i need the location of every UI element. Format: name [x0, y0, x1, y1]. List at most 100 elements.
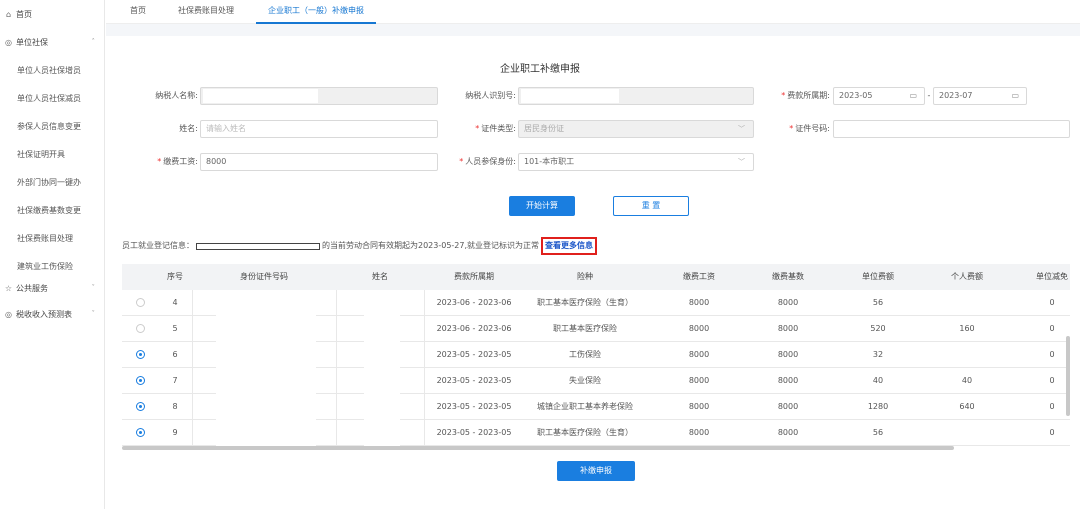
row-radio[interactable]: [136, 324, 145, 333]
content-top-strip: [106, 24, 1080, 36]
sidebar-item-public-service[interactable]: ☆ 公共服务 ˇ: [0, 274, 105, 302]
cell-period: 2023-06 - 2023-06: [436, 298, 512, 307]
required-mark: *: [157, 157, 162, 166]
tab-home[interactable]: 首页: [130, 0, 146, 24]
id-type-value: 居民身份证: [524, 124, 564, 133]
cell-base: 8000: [777, 324, 799, 333]
star-icon: ☆: [4, 283, 13, 293]
sidebar-item-unit-social-security[interactable]: ◎ 单位社保 ˆ: [0, 28, 105, 56]
redacted-value: [203, 89, 318, 103]
chevron-up-icon: ˆ: [91, 38, 96, 46]
horizontal-scrollbar[interactable]: [122, 446, 954, 450]
column-header-base: 缴费基数: [772, 272, 804, 281]
name-input[interactable]: 请输入姓名: [200, 120, 438, 138]
required-mark: *: [475, 124, 480, 133]
wage-label: * 缴费工资:: [130, 153, 198, 171]
taxpayer-name-label: 纳税人名称:: [155, 91, 198, 100]
identity-select[interactable]: 101-本市职工 ﹀: [518, 153, 754, 171]
cell-unit-reduction: 0: [1049, 350, 1055, 359]
reset-button[interactable]: 重 置: [613, 196, 689, 216]
submit-declaration-button[interactable]: 补缴申报: [557, 461, 635, 481]
taxpayer-name-field[interactable]: [200, 87, 438, 105]
sidebar-item-certificate[interactable]: 社保证明开具: [0, 140, 105, 168]
column-header-name: 姓名: [372, 272, 388, 281]
page-title: 企业职工补缴申报: [500, 64, 580, 75]
cell-personal-fee: [932, 420, 1002, 446]
sidebar-item-tax-forecast[interactable]: ◎ 税收收入预测表 ˇ: [0, 300, 105, 328]
identity-label-text: 人员参保身份:: [465, 157, 516, 166]
cell-unit-fee: 1280: [867, 402, 889, 411]
cell-unit-fee: 520: [870, 324, 886, 333]
sidebar-item-one-click[interactable]: 外部门协同一键办: [0, 168, 105, 196]
table-header: 序号 身份证件号码 姓名 费款所属期 险种 缴费工资 缴费基数 单位费额 个人费…: [122, 264, 1070, 290]
cell-base: 8000: [777, 298, 799, 307]
row-radio[interactable]: [136, 402, 145, 411]
sidebar-item-remove-staff[interactable]: 单位人员社保减员: [0, 84, 105, 112]
column-divider: [424, 290, 425, 446]
taxpayer-id-label: 纳税人识别号:: [465, 91, 516, 100]
cell-unit-reduction: 0: [1049, 428, 1055, 437]
cell-wage: 8000: [688, 376, 710, 385]
row-radio[interactable]: [136, 376, 145, 385]
cell-unit-reduction: 0: [1049, 376, 1055, 385]
cell-insurance-type: 城镇企业职工基本养老保险: [537, 402, 633, 411]
cell-personal-fee: 40: [961, 376, 973, 385]
name-label: 姓名:: [179, 124, 198, 133]
wage-input[interactable]: 8000: [200, 153, 438, 171]
payment-table: 序号 身份证件号码 姓名 费款所属期 险种 缴费工资 缴费基数 单位费额 个人费…: [122, 264, 1070, 450]
home-icon: ⌂: [5, 9, 12, 19]
cell-unit-fee: 32: [872, 350, 884, 359]
cell-period: 2023-06 - 2023-06: [436, 324, 512, 333]
required-mark: *: [781, 91, 786, 100]
sidebar-item-account-processing[interactable]: 社保费账目处理: [0, 224, 105, 252]
redacted-value: [521, 89, 619, 103]
required-mark: *: [459, 157, 464, 166]
cell-period: 2023-05 - 2023-05: [436, 376, 512, 385]
start-calculation-button[interactable]: 开始计算: [509, 196, 575, 216]
cell-no: 5: [172, 324, 178, 333]
row-radio[interactable]: [136, 298, 145, 307]
cell-personal-fee: [932, 290, 1002, 316]
tab-account-processing[interactable]: 社保费账目处理: [178, 0, 234, 24]
cell-no: 7: [172, 376, 178, 385]
id-number-input[interactable]: [833, 120, 1070, 138]
vertical-scrollbar[interactable]: [1066, 336, 1070, 416]
row-radio[interactable]: [136, 350, 145, 359]
cell-wage: 8000: [688, 324, 710, 333]
chart-icon: ◎: [5, 309, 12, 319]
period-start-picker[interactable]: 2023-05 ▭: [833, 87, 925, 105]
sidebar-item-label: 社保证明开具: [17, 149, 65, 159]
chevron-down-icon: ˇ: [91, 310, 96, 318]
sidebar-item-label: 单位社保: [16, 37, 48, 47]
id-type-label-text: 证件类型:: [481, 124, 516, 133]
calendar-icon: ▭: [909, 91, 917, 100]
period-label: * 费款所属期:: [770, 87, 830, 105]
cell-insurance-type: 职工基本医疗保险（生育）: [537, 298, 633, 307]
tab-bar: 首页 社保费账目处理 企业职工（一般）补缴申报: [106, 0, 1080, 24]
period-end-picker[interactable]: 2023-07 ▭: [933, 87, 1027, 105]
sidebar-item-home[interactable]: ⌂ 首页: [0, 0, 105, 28]
id-type-select[interactable]: 居民身份证 ﹀: [518, 120, 754, 138]
id-number-label-text: 证件号码:: [795, 124, 830, 133]
calendar-icon: ▭: [1011, 91, 1019, 100]
tab-supplementary-declaration[interactable]: 企业职工（一般）补缴申报: [256, 0, 376, 24]
sidebar-item-label: 参保人员信息变更: [17, 121, 81, 131]
cell-unit-fee: 40: [872, 376, 884, 385]
sidebar-item-info-change[interactable]: 参保人员信息变更: [0, 112, 105, 140]
redacted-id-column: [216, 290, 316, 450]
cell-wage: 8000: [688, 428, 710, 437]
row-radio[interactable]: [136, 428, 145, 437]
cell-no: 6: [172, 350, 178, 359]
sidebar: ⌂ 首页 ◎ 单位社保 ˆ 单位人员社保增员 单位人员社保减员 参保人员信息变更…: [0, 0, 105, 509]
cell-insurance-type: 职工基本医疗保险: [553, 324, 617, 333]
cell-unit-fee: 56: [872, 298, 884, 307]
sidebar-item-base-change[interactable]: 社保缴费基数变更: [0, 196, 105, 224]
sidebar-item-label: 社保费账目处理: [17, 233, 73, 243]
shield-icon: ◎: [5, 37, 12, 47]
view-more-info-link[interactable]: 查看更多信息: [541, 237, 598, 255]
sidebar-item-label: 建筑业工伤保险: [17, 261, 73, 271]
column-header-period: 费款所属期: [454, 272, 494, 281]
sidebar-item-label: 社保缴费基数变更: [17, 205, 81, 215]
cell-no: 9: [172, 428, 178, 437]
taxpayer-id-field[interactable]: [518, 87, 754, 105]
